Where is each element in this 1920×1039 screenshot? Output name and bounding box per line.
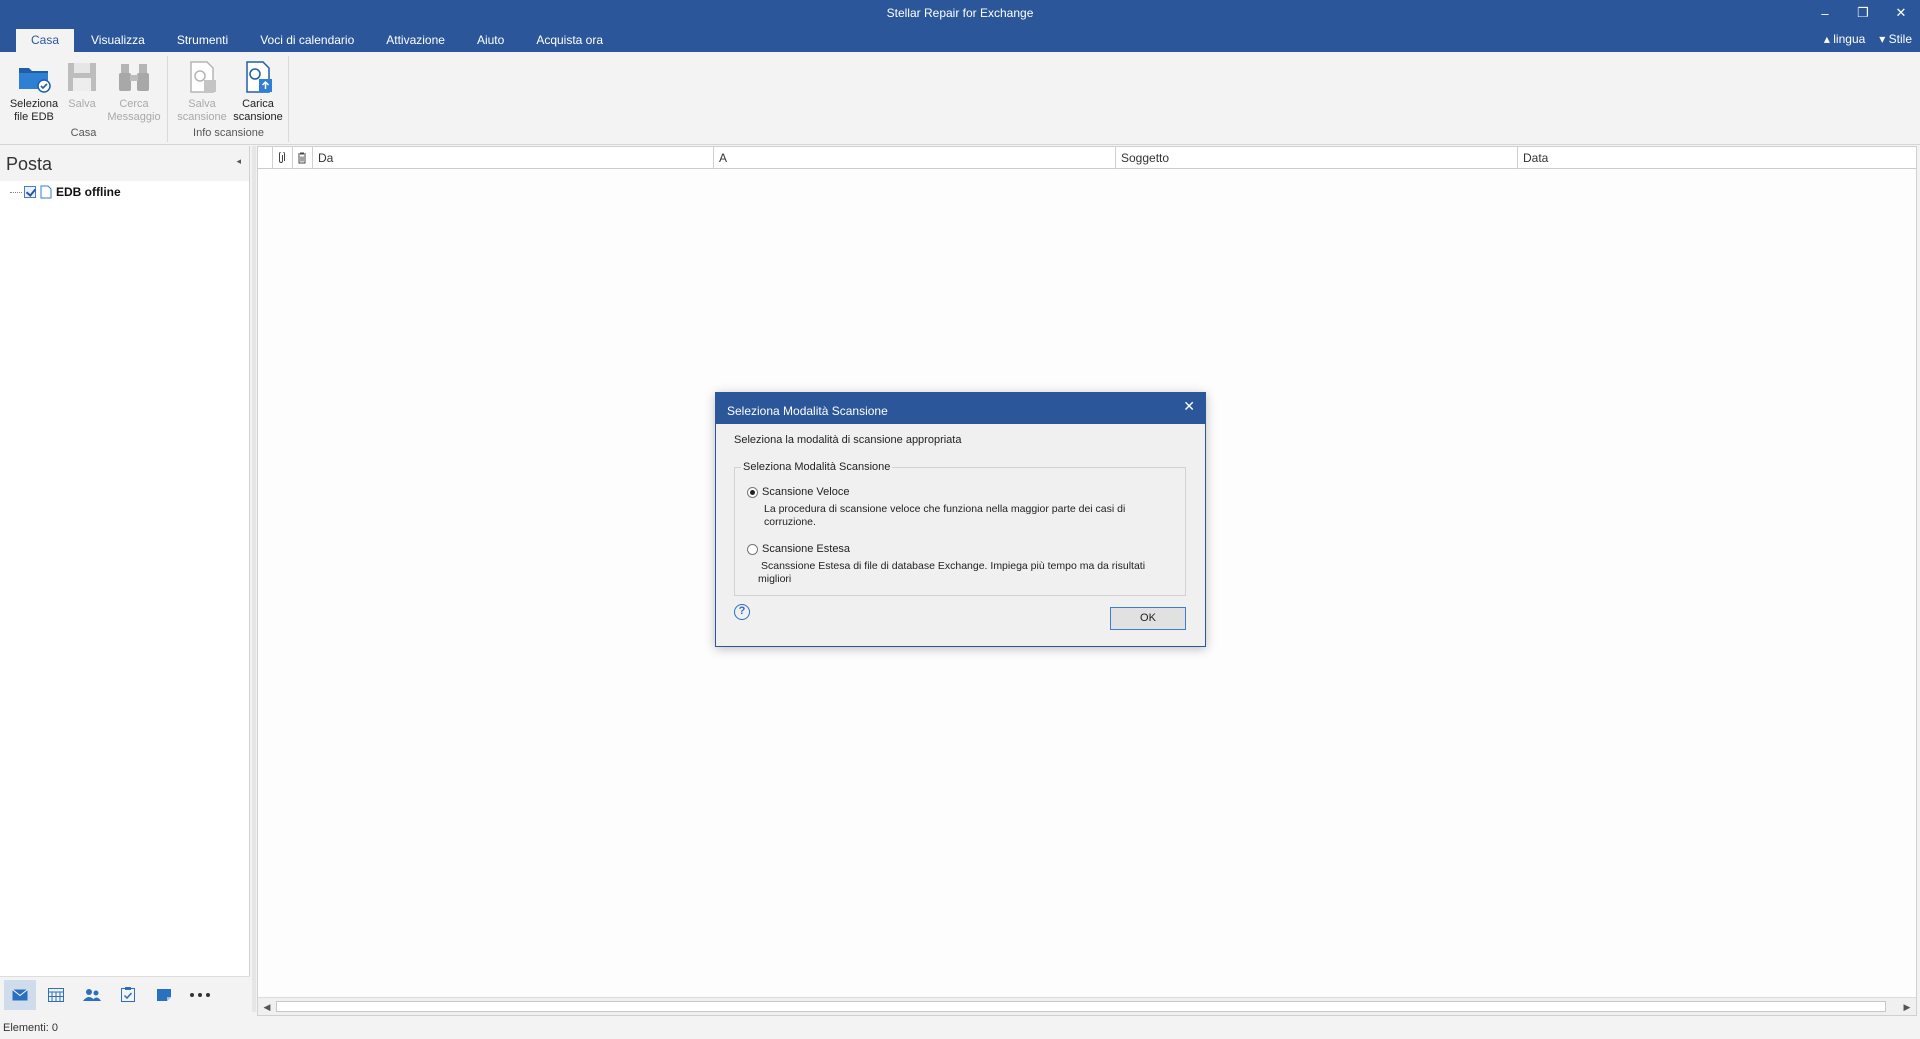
ribbon-group-label-info-scansione: Info scansione [193,127,264,139]
minimize-button[interactable]: – [1806,0,1844,26]
save-scan-label-2: scansione [177,111,227,123]
save-scan-icon [190,61,216,93]
quick-scan-description: La procedura di scansione veloce che fun… [764,503,1125,529]
binoculars-icon [119,64,149,91]
window-title: Stellar Repair for Exchange [886,6,1034,20]
load-scan-icon [246,61,272,93]
tree-connector [10,191,22,193]
more-icon[interactable] [184,980,216,1010]
dialog-prompt: Seleziona la modalità di scansione appro… [734,434,962,446]
contacts-icon[interactable] [76,980,108,1010]
status-bar: Elementi: 0 [0,1017,1920,1039]
subject-column[interactable]: Soggetto [1115,147,1517,169]
save-label: Salva [68,98,96,110]
load-scan-label-1: Carica [242,98,274,110]
items-count: Elementi: 0 [3,1022,59,1034]
tab-strumenti[interactable]: Strumenti [162,29,243,52]
extended-scan-option[interactable]: Scansione Estesa [747,543,850,555]
ribbon-group-label-casa: Casa [70,127,97,139]
scroll-right-icon[interactable]: ▶ [1900,1000,1914,1014]
scan-mode-dialog: Seleziona Modalità Scansione ✕ Seleziona… [715,392,1206,647]
dialog-title-bar: Seleziona Modalità Scansione ✕ [716,393,1205,424]
extended-scan-desc-line2: migliori [758,573,792,585]
paperclip-icon [279,151,285,163]
notes-icon[interactable] [148,980,180,1010]
folder-pane: Posta ◂ EDB offline [0,146,250,1012]
quick-scan-radio[interactable] [747,486,758,498]
calendar-icon[interactable] [40,980,72,1010]
title-bar: Stellar Repair for Exchange – ❐ ✕ [0,0,1920,26]
style-label: Stile [1888,32,1912,46]
ribbon-group-casa: Seleziona file EDB Salva Cerca Messaggio… [0,56,168,142]
date-column[interactable]: Data [1517,147,1916,169]
extended-scan-label: Scansione Estesa [762,543,851,555]
folder-pane-title: Posta [6,154,53,174]
load-scan-label-2: scansione [233,111,283,123]
tab-casa[interactable]: Casa [16,29,75,52]
message-list-header: Da A Soggetto Data [258,147,1916,169]
close-window-button[interactable]: ✕ [1882,0,1920,26]
tree-item-label: EDB offline [56,185,121,199]
quick-scan-desc-line2: corruzione. [764,516,816,528]
tab-voci-di-calendario[interactable]: Voci di calendario [245,29,369,52]
restore-button[interactable]: ❐ [1844,0,1882,26]
search-message-button[interactable]: Cerca Messaggio [106,60,162,124]
mail-icon[interactable] [4,979,36,1010]
document-icon [40,185,52,199]
save-button[interactable]: Salva [56,60,108,111]
menu-bar: Casa Visualizza Strumenti Voci di calend… [0,26,1920,52]
deleted-column[interactable] [292,147,312,169]
folder-pane-header: Posta ◂ [0,146,249,181]
select-edb-label-1: Seleziona [9,98,59,110]
tab-acquista-ora[interactable]: Acquista ora [521,29,618,52]
tree-item-edb-offline[interactable]: EDB offline [10,184,121,200]
dialog-title: Seleziona Modalità Scansione [727,404,888,418]
language-menu[interactable]: ▴ lingua [1824,32,1865,46]
select-edb-label-2: file EDB [14,111,54,123]
scroll-left-icon[interactable]: ◀ [260,1000,274,1014]
quick-scan-label: Scansione Veloce [762,486,850,498]
close-icon[interactable]: ✕ [1183,394,1195,418]
scan-mode-group-label: Seleziona Modalità Scansione [741,461,893,473]
tab-attivazione[interactable]: Attivazione [371,29,460,52]
trash-icon [298,152,306,164]
help-icon[interactable]: ? [734,604,750,620]
style-menu[interactable]: ▾ Stile [1879,32,1912,46]
ribbon-group-info-scansione: Salva scansione Carica scansione Info sc… [169,56,289,142]
search-message-label-2: Messaggio [107,111,161,123]
folder-check-icon [19,68,51,93]
floppy-disk-icon [68,63,96,91]
from-column[interactable]: Da [312,147,713,169]
save-scan-button[interactable]: Salva scansione [174,60,230,124]
scrollbar-thumb[interactable] [276,1001,1886,1012]
ribbon: Seleziona file EDB Salva Cerca Messaggio… [0,52,1920,145]
extended-scan-description: Scanssione Estesa di file di database Ex… [758,560,1145,586]
collapse-pane-icon[interactable]: ◂ [236,156,241,167]
tab-visualizza[interactable]: Visualizza [76,29,160,52]
language-label: lingua [1833,32,1866,46]
quick-scan-desc-line1: La procedura di scansione veloce che fun… [764,503,1126,515]
load-scan-button[interactable]: Carica scansione [230,60,286,124]
pane-splitter[interactable] [252,146,256,1012]
extended-scan-desc-line1: Scanssione Estesa di file di database Ex… [761,560,1146,572]
ok-button[interactable]: OK [1110,607,1186,630]
attachment-column[interactable] [272,147,292,169]
scan-mode-group: Seleziona Modalità Scansione Scansione V… [734,461,1186,596]
extended-scan-radio[interactable] [747,543,758,555]
tree-item-checkbox[interactable] [24,186,36,198]
navigation-bar [0,976,250,1012]
tab-aiuto[interactable]: Aiuto [462,29,519,52]
tasks-icon[interactable] [112,980,144,1010]
save-scan-label-1: Salva [188,98,216,110]
horizontal-scrollbar[interactable]: ◀ ▶ [258,997,1916,1015]
to-column[interactable]: A [713,147,1115,169]
search-message-label-1: Cerca [119,98,149,110]
select-edb-button[interactable]: Seleziona file EDB [8,60,60,124]
quick-scan-option[interactable]: Scansione Veloce [747,486,849,498]
